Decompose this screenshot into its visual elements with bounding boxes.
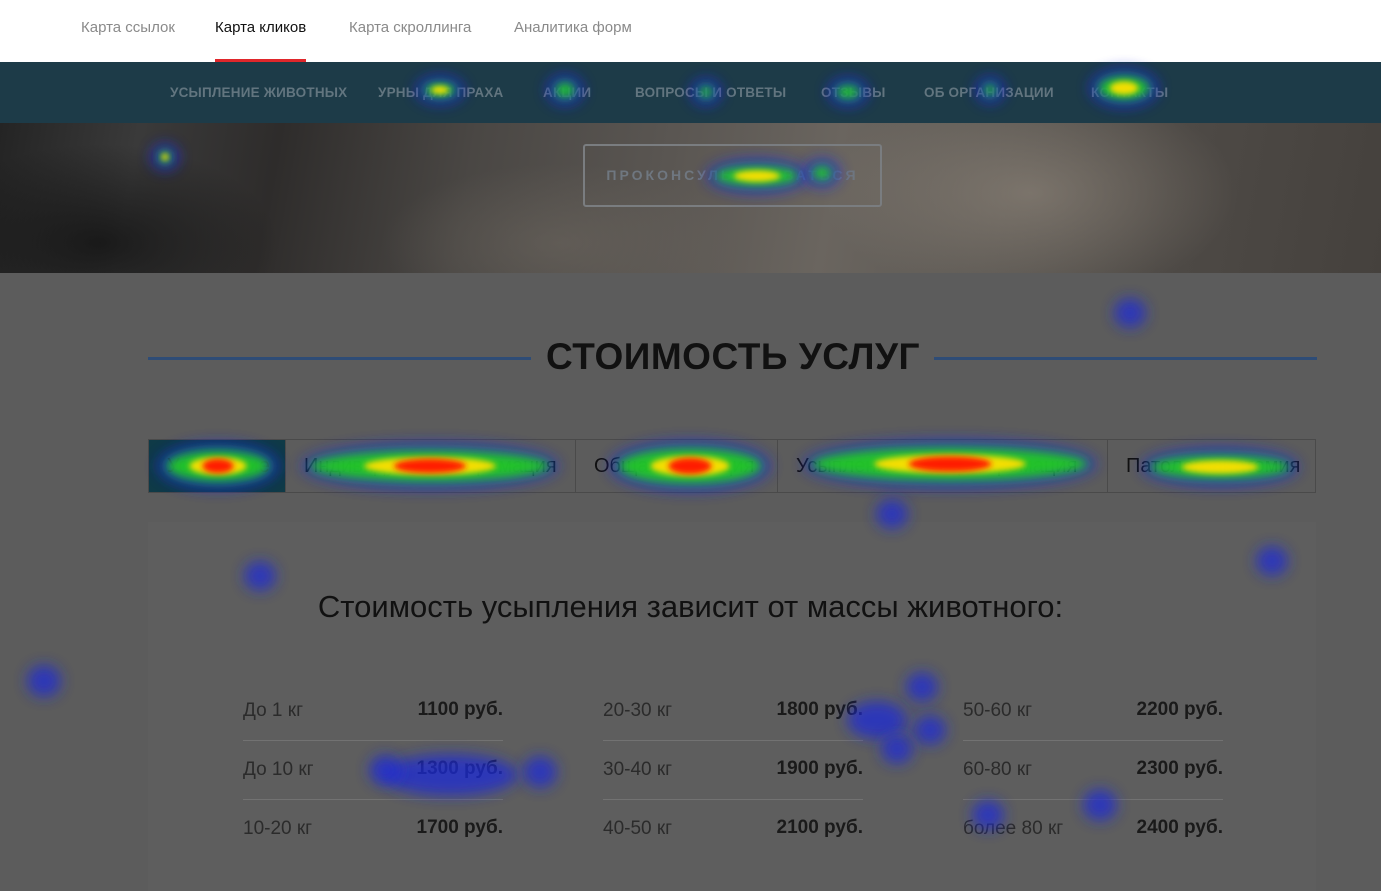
price-row: 30-40 кг 1900 руб. xyxy=(603,741,863,800)
heat-spot xyxy=(27,665,61,697)
tab-euthanasia-cremation[interactable]: Усыпление + общая кремация xyxy=(778,440,1108,492)
nav-item-about[interactable]: ОБ ОРГАНИЗАЦИИ xyxy=(924,62,1054,123)
price-value: 2400 руб. xyxy=(1136,817,1223,838)
nav-item-contacts[interactable]: КОНТАКТЫ xyxy=(1091,62,1168,123)
nav-item-reviews[interactable]: ОТЗЫВЫ xyxy=(821,62,886,123)
price-row: 20-30 кг 1800 руб. xyxy=(603,682,863,741)
price-row: 60-80 кг 2300 руб. xyxy=(963,741,1223,800)
tab-form-analytics[interactable]: Аналитика форм xyxy=(514,0,632,62)
price-column: 50-60 кг 2200 руб. 60-80 кг 2300 руб. боле… xyxy=(963,682,1223,859)
price-value: 1700 руб. xyxy=(416,817,503,838)
tab-pathology[interactable]: Патологоанатомия xyxy=(1108,440,1315,492)
site-nav: УСЫПЛЕНИЕ ЖИВОТНЫХ УРНЫ ДЛЯ ПРАХА АКЦИИ … xyxy=(0,62,1381,123)
nav-item-promotions[interactable]: АКЦИИ xyxy=(543,62,591,123)
weight-label: 40-50 кг xyxy=(603,818,673,839)
tab-individual-cremation[interactable]: Индивидуальная кремация xyxy=(286,440,576,492)
price-row: 40-50 кг 2100 руб. xyxy=(603,800,863,859)
hero-image-shade xyxy=(0,143,280,273)
tab-euthanasia[interactable]: Усыпление xyxy=(149,440,286,492)
tab-scroll-map[interactable]: Карта скроллинга xyxy=(349,0,471,62)
price-row: До 10 кг 1300 руб. xyxy=(243,741,503,800)
price-row: До 1 кг 1100 руб. xyxy=(243,682,503,741)
weight-label: 50-60 кг xyxy=(963,700,1033,721)
price-row: 50-60 кг 2200 руб. xyxy=(963,682,1223,741)
price-value: 1300 руб. xyxy=(416,758,503,779)
consult-button[interactable]: ПРОКОНСУЛЬТИРОВАТЬСЯ xyxy=(583,144,882,207)
service-tabs: Усыпление Индивидуальная кремация Общая … xyxy=(148,439,1316,493)
section-title: СТОИМОСТЬ УСЛУГ xyxy=(546,336,920,377)
price-row: 10-20 кг 1700 руб. xyxy=(243,800,503,859)
title-divider-right xyxy=(934,357,1317,360)
title-divider-left xyxy=(148,357,531,360)
nav-item-euthanasia[interactable]: УСЫПЛЕНИЕ ЖИВОТНЫХ xyxy=(170,62,347,123)
price-column: 20-30 кг 1800 руб. 30-40 кг 1900 руб. 40-5… xyxy=(603,682,863,859)
price-value: 2100 руб. xyxy=(776,817,863,838)
tab-click-map[interactable]: Карта кликов xyxy=(215,0,307,62)
analytics-tab-bar: Карта ссылок Карта кликов Карта скроллин… xyxy=(0,0,1381,62)
tab-link-map[interactable]: Карта ссылок xyxy=(81,0,175,62)
weight-label: 30-40 кг xyxy=(603,759,673,780)
heat-spot xyxy=(1114,298,1146,328)
nav-item-urns[interactable]: УРНЫ ДЛЯ ПРАХА xyxy=(378,62,504,123)
price-value: 2300 руб. xyxy=(1136,758,1223,779)
tab-common-cremation[interactable]: Общая кремация xyxy=(576,440,778,492)
hero-banner: ПРОКОНСУЛЬТИРОВАТЬСЯ xyxy=(0,123,1381,273)
price-value: 1800 руб. xyxy=(776,699,863,720)
nav-item-faq[interactable]: ВОПРОСЫ И ОТВЕТЫ xyxy=(635,62,786,123)
weight-label: До 1 кг xyxy=(243,700,304,721)
price-column: До 1 кг 1100 руб. До 10 кг 1300 руб. 10-20… xyxy=(243,682,503,859)
weight-label: 10-20 кг xyxy=(243,818,313,839)
weight-label: 20-30 кг xyxy=(603,700,673,721)
price-value: 2200 руб. xyxy=(1136,699,1223,720)
weight-label: До 10 кг xyxy=(243,759,314,780)
price-row: более 80 кг 2400 руб. xyxy=(963,800,1223,859)
price-value: 1100 руб. xyxy=(417,699,503,720)
price-value: 1900 руб. xyxy=(776,758,863,779)
weight-label: более 80 кг xyxy=(963,818,1064,839)
price-panel-title: Стоимость усыпления зависит от массы жив… xyxy=(317,589,1064,624)
hero-image-highlight xyxy=(820,123,1240,273)
weight-label: 60-80 кг xyxy=(963,759,1033,780)
